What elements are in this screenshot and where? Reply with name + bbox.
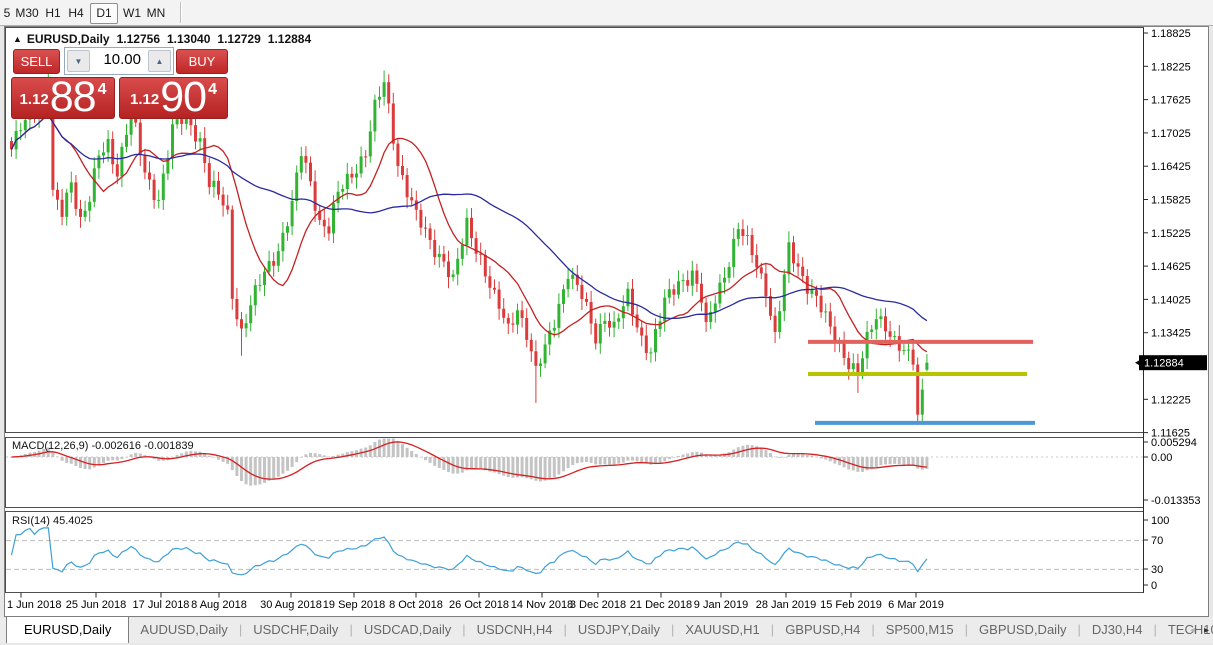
timeframe-h4[interactable]: H4 [66,3,86,24]
chart-window: 1.18825 1.18225 1.17625 1.17025 1.16425 1.158… [4,26,1209,617]
tab-dj30-h4[interactable]: DJ30,H4 [1081,618,1154,643]
timeframe-toolbar: 5M30H1H4D1W1MN [0,0,1213,26]
date-axis-label: 14 Nov 2018 [511,599,573,611]
rsi-indicator-label: RSI(14) 45.4025 [12,515,93,527]
quote-open: 1.12756 [117,32,160,46]
tab-usdcnh-h4[interactable]: USDCNH,H4 [466,618,564,643]
volume-stepper: ▼ 10.00 ▲ [64,47,174,75]
tabs-scroll-left-icon[interactable]: ◂ [1190,625,1195,636]
rsi-axis-label: 30 [1151,564,1163,576]
tab-sp500-m15[interactable]: SP500,M15 [875,618,965,643]
price-axis-label: 1.17625 [1151,95,1191,107]
date-axis-label: 17 Jul 2018 [133,599,190,611]
date-axis-label: 19 Sep 2018 [323,599,385,611]
sell-price-big: 88 [50,79,96,115]
tab-eurusd-daily[interactable]: EURUSD,Daily [6,616,129,643]
timeframe-h1[interactable]: H1 [44,3,62,24]
tabs-scroll-right-icon[interactable]: ▸ [1204,625,1209,636]
date-axis-label: 1 Jun 2018 [7,599,61,611]
date-axis-label: 9 Jan 2019 [694,599,748,611]
date-axis-label: 8 Oct 2018 [389,599,443,611]
tab-usdchf-daily[interactable]: USDCHF,Daily [242,618,349,643]
date-axis-label: 25 Jun 2018 [66,599,127,611]
tab-xauusd-h1[interactable]: XAUUSD,H1 [674,618,770,643]
buy-price-panel[interactable]: 1.12904 [119,77,228,119]
buy-price-big: 90 [160,79,206,115]
price-axis-label: 1.12225 [1151,394,1191,406]
volume-increase-button[interactable]: ▲ [148,50,171,72]
chart-symbol-header: ▲ EURUSD,Daily 1.12756 1.13040 1.12729 1.1288… [13,32,311,46]
date-axis-label: 8 Aug 2018 [191,599,247,611]
trading-app: { "toolbar": { "timeframes": [ {"label":… [0,0,1213,645]
sell-price-pip: 4 [98,81,107,99]
quote-high: 1.13040 [167,32,210,46]
date-axis-label: 30 Aug 2018 [260,599,322,611]
quote-close: 1.12884 [268,32,311,46]
quote-low: 1.12729 [217,32,260,46]
macd-axis-label: -0.013353 [1151,495,1201,507]
timeframe-w1[interactable]: W1 [121,3,143,24]
buy-price-prefix: 1.12 [130,91,159,108]
macd-indicator-label: MACD(12,26,9) -0.002616 -0.001839 [12,440,194,452]
buy-price-pip: 4 [208,81,217,99]
price-axis-label: 1.17025 [1151,128,1191,140]
timeframe-mn[interactable]: MN [145,3,167,24]
tab-gbpusd-daily[interactable]: GBPUSD,Daily [968,618,1077,643]
macd-axis-label: 0.00 [1151,452,1172,464]
macd-axis-label: 0.005294 [1151,437,1197,449]
tab-usdjpy-daily[interactable]: USDJPY,Daily [567,618,671,643]
date-axis-label: 3 Dec 2018 [570,599,626,611]
rsi-axis-label: 70 [1151,535,1163,547]
date-axis-label: 28 Jan 2019 [756,599,817,611]
tab-usdcad-daily[interactable]: USDCAD,Daily [353,618,462,643]
tab-audusd-daily[interactable]: AUDUSD,Daily [129,618,238,643]
sell-price-panel[interactable]: 1.12884 [11,77,115,119]
price-axis-label: 1.15825 [1151,195,1191,207]
symbol-label: EURUSD,Daily [27,32,110,46]
date-axis-label: 26 Oct 2018 [449,599,509,611]
rsi-axis-label: 0 [1151,580,1157,592]
timeframe-m30[interactable]: M30 [13,3,41,24]
ma-fast-line [12,115,927,352]
date-axis-label: 6 Mar 2019 [888,599,944,611]
date-axis-label: 15 Feb 2019 [820,599,882,611]
date-axis-label: 21 Dec 2018 [630,599,692,611]
price-axis-label: 1.14025 [1151,294,1191,306]
volume-input[interactable]: 10.00 [92,48,146,74]
rsi-axis-label: 100 [1151,515,1169,527]
price-axis-label: 1.18225 [1151,61,1191,73]
volume-decrease-button[interactable]: ▼ [67,50,90,72]
current-price-badge-label: 1.12884 [1144,358,1184,370]
price-axis-label: 1.18825 [1151,28,1191,40]
price-axis-label: 1.15225 [1151,228,1191,240]
buy-button[interactable]: BUY [176,49,228,74]
instrument-tab-bar: EURUSD,DailyAUDUSD,Daily|USDCHF,Daily|US… [0,618,1213,643]
sell-button[interactable]: SELL [13,49,60,74]
collapse-triangle-icon[interactable]: ▲ [13,34,22,44]
toolbar-separator [180,2,181,23]
price-axis-label: 1.16425 [1151,161,1191,173]
price-axis-label: 1.14625 [1151,261,1191,273]
tab-gbpusd-h4[interactable]: GBPUSD,H4 [774,618,871,643]
sell-price-prefix: 1.12 [20,91,49,108]
timeframe-5[interactable]: 5 [1,3,13,24]
timeframe-d1[interactable]: D1 [90,3,118,24]
ma-slow-line [12,115,927,321]
rsi-line [12,528,927,575]
price-axis-label: 1.13425 [1151,328,1191,340]
